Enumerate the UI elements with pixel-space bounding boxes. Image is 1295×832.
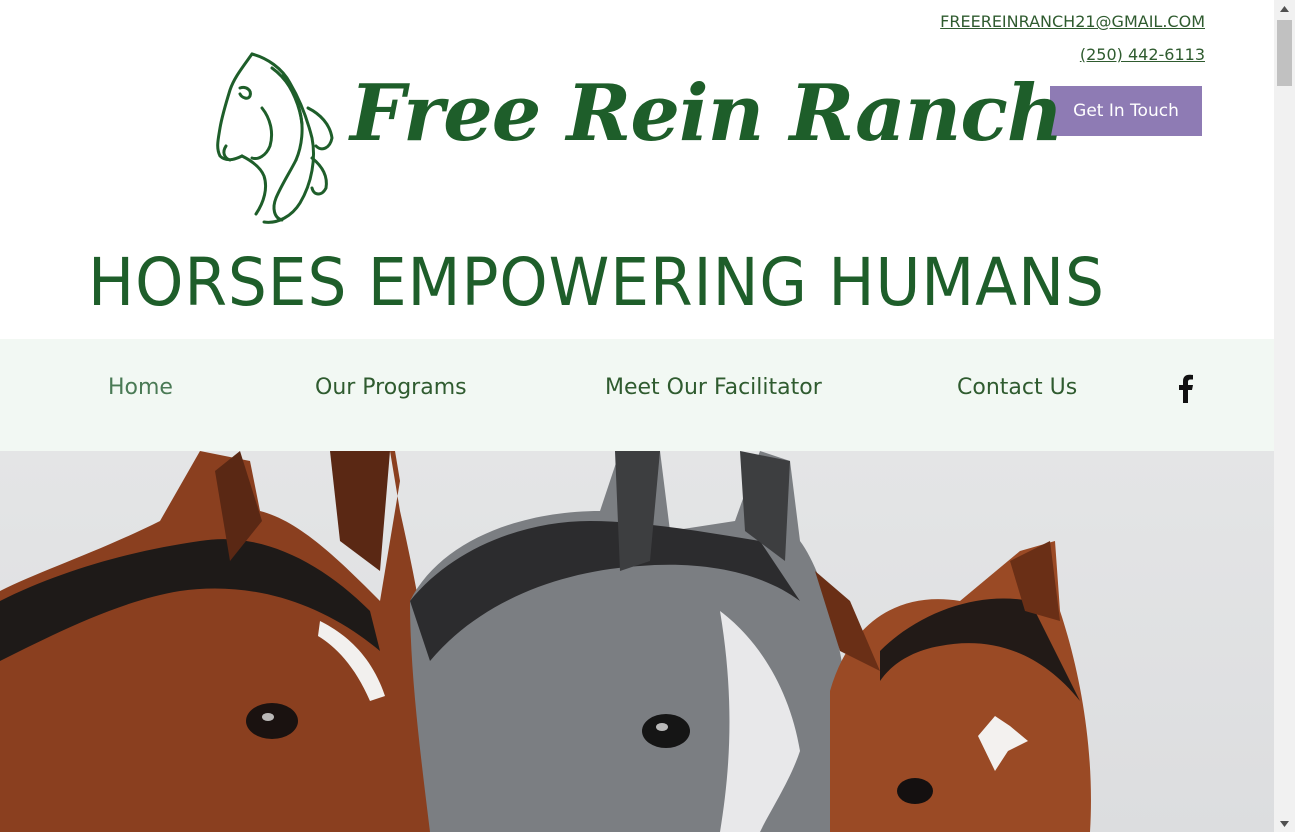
main-nav: Home Our Programs Meet Our Facilitator C… (0, 339, 1274, 451)
scroll-up-arrow-icon[interactable] (1274, 0, 1295, 17)
phone-link[interactable]: (250) 442-6113 (1080, 45, 1205, 64)
page: FREEREINRANCH21@GMAIL.COM (250) 442-6113… (0, 0, 1274, 832)
nav-item-meet-our-facilitator[interactable]: Meet Our Facilitator (605, 375, 822, 400)
logo[interactable]: Free Rein Ranch (212, 48, 1064, 228)
horses-photo (0, 451, 1091, 832)
page-tagline: HORSES EMPOWERING HUMANS (88, 244, 1105, 321)
facebook-icon[interactable] (1174, 373, 1196, 403)
email-link[interactable]: FREEREINRANCH21@GMAIL.COM (940, 12, 1205, 31)
vertical-scrollbar[interactable] (1274, 0, 1295, 832)
scrollbar-thumb[interactable] (1277, 20, 1292, 86)
get-in-touch-button[interactable]: Get In Touch (1050, 86, 1202, 136)
logo-text: Free Rein Ranch (350, 68, 1064, 159)
nav-item-our-programs[interactable]: Our Programs (315, 375, 467, 400)
nav-item-home[interactable]: Home (108, 375, 173, 400)
scroll-down-arrow-icon[interactable] (1274, 815, 1295, 832)
horse-head-logo-icon (216, 52, 334, 224)
hero-image (0, 451, 1274, 832)
nav-item-contact-us[interactable]: Contact Us (957, 375, 1077, 400)
